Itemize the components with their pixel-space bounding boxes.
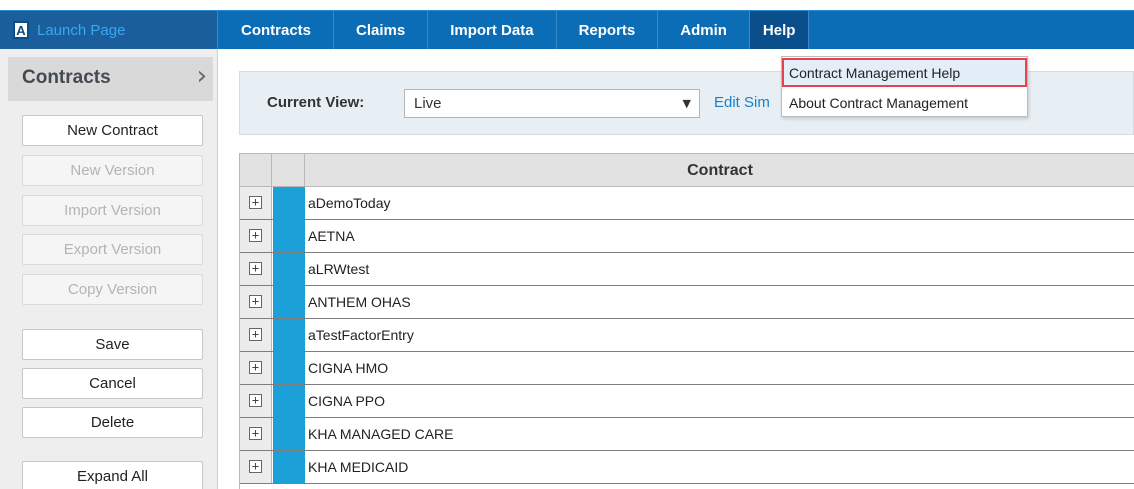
table-row[interactable]: + KHA MANAGED CARE [240,418,1134,451]
expand-plus-icon[interactable]: + [249,460,262,473]
edit-sim-link[interactable]: Edit Sim [714,94,770,111]
contract-name: aLRWtest [308,261,370,277]
menu-item-contract-management-help[interactable]: Contract Management Help [782,58,1027,87]
nav-contracts[interactable]: Contracts [219,11,335,49]
nav-import-data[interactable]: Import Data [428,11,557,49]
row-status-marker [273,352,305,384]
current-view-label: Current View: [267,94,365,111]
top-nav: A Launch Page Contracts Claims Import Da… [0,10,1134,49]
cancel-button[interactable]: Cancel [22,368,203,399]
grid-header-marker-col [272,154,305,187]
row-expand-cell: + [240,385,272,417]
row-expand-cell: + [240,220,272,252]
row-status-marker [273,286,305,318]
row-expand-cell: + [240,418,272,450]
row-expand-cell: + [240,451,272,483]
nav-reports[interactable]: Reports [557,11,659,49]
table-row[interactable]: + KHA MEDICAID [240,451,1134,484]
current-view-value: Live [414,95,442,112]
sidebar-header: Contracts › [8,57,213,101]
current-view-select[interactable]: Live ▼ [404,89,700,118]
contract-name: CIGNA HMO [308,360,389,376]
expand-plus-icon[interactable]: + [249,262,262,275]
contract-name: aTestFactorEntry [308,327,414,343]
menu-item-about-contract-management[interactable]: About Contract Management [782,88,1027,117]
dropdown-arrow-icon: ▼ [682,97,691,110]
row-status-marker [273,220,305,252]
contract-name: KHA MEDICAID [308,459,409,475]
expand-all-button[interactable]: Expand All [22,461,203,489]
nav-menu: Contracts Claims Import Data Reports Adm… [219,11,810,49]
grid-header-expand-col [240,154,272,187]
save-button[interactable]: Save [22,329,203,360]
nav-admin[interactable]: Admin [658,11,750,49]
table-row[interactable]: + aLRWtest [240,253,1134,286]
sidebar-title: Contracts [22,67,111,88]
nav-help[interactable]: Help [749,11,810,49]
expand-plus-icon[interactable]: + [249,295,262,308]
contract-name: aDemoToday [308,195,391,211]
contract-name: ANTHEM OHAS [308,294,411,310]
app-root: A Launch Page Contracts Claims Import Da… [0,0,1134,489]
table-row[interactable]: + CIGNA HMO [240,352,1134,385]
grid-header-contract[interactable]: Contract [305,154,1134,187]
expand-plus-icon[interactable]: + [249,196,262,209]
sidebar: Contracts › New Contract New Version Imp… [0,49,218,489]
table-row[interactable]: + AETNA [240,220,1134,253]
delete-button[interactable]: Delete [22,407,203,438]
contracts-grid: Contract + aDemoToday + AETNA + aLRWtest + ANTH… [239,153,1134,489]
copy-version-button[interactable]: Copy Version [22,274,203,305]
import-version-button[interactable]: Import Version [22,195,203,226]
launch-page-link[interactable]: A Launch Page [0,11,218,49]
row-expand-cell: + [240,253,272,285]
export-version-button[interactable]: Export Version [22,234,203,265]
expand-plus-icon[interactable]: + [249,328,262,341]
app-logo-icon: A [13,21,29,39]
expand-plus-icon[interactable]: + [249,427,262,440]
grid-header: Contract [240,153,1134,187]
table-row[interactable]: + aTestFactorEntry [240,319,1134,352]
row-status-marker [273,319,305,351]
row-status-marker [273,451,305,483]
nav-claims[interactable]: Claims [334,11,429,49]
contract-name: CIGNA PPO [308,393,386,409]
row-expand-cell: + [240,352,272,384]
contract-name: KHA MANAGED CARE [308,426,454,442]
new-version-button[interactable]: New Version [22,155,203,186]
row-status-marker [273,253,305,285]
row-status-marker [273,418,305,450]
new-contract-button[interactable]: New Contract [22,115,203,146]
expand-plus-icon[interactable]: + [249,394,262,407]
row-expand-cell: + [240,319,272,351]
row-status-marker [273,385,305,417]
table-row[interactable]: + aDemoToday [240,187,1134,220]
help-dropdown-menu: Contract Management Help About Contract … [781,56,1028,117]
collapse-chevron-icon[interactable]: › [197,63,207,89]
expand-plus-icon[interactable]: + [249,229,262,242]
row-expand-cell: + [240,187,272,219]
contract-name: AETNA [308,228,355,244]
expand-plus-icon[interactable]: + [249,361,262,374]
row-status-marker [273,187,305,219]
table-row[interactable]: + ANTHEM OHAS [240,286,1134,319]
launch-page-label: Launch Page [37,21,126,39]
row-expand-cell: + [240,286,272,318]
table-row[interactable]: + CIGNA PPO [240,385,1134,418]
